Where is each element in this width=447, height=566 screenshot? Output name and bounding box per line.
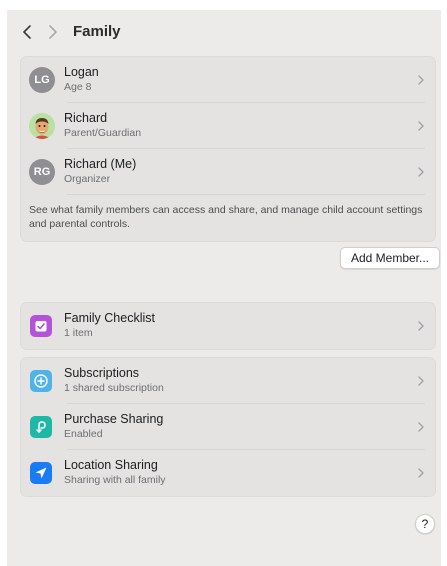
member-role: Parent/Guardian: [64, 127, 142, 139]
settings-window: Family LG Logan Age 8 Richard Parent/Gua…: [7, 10, 441, 566]
row-title: Purchase Sharing: [64, 412, 164, 426]
back-button[interactable]: [17, 22, 37, 42]
location-arrow-icon: [30, 462, 52, 484]
avatar: RG: [29, 159, 55, 185]
row-title: Family Checklist: [64, 311, 155, 325]
chevron-right-icon: [417, 120, 425, 132]
chevron-right-icon: [417, 375, 425, 387]
memoji-avatar: [29, 113, 55, 139]
subscriptions-row[interactable]: Subscriptions 1 shared subscription: [21, 358, 435, 404]
purchase-sharing-row[interactable]: Purchase Sharing Enabled: [21, 404, 435, 450]
row-subtitle: Enabled: [64, 428, 103, 440]
checklist-icon: [30, 315, 52, 337]
member-role: Organizer: [64, 173, 111, 185]
family-checklist-row[interactable]: Family Checklist 1 item: [21, 303, 435, 349]
page-title: Family: [73, 23, 121, 40]
members-description: See what family members can access and s…: [29, 204, 423, 230]
member-row-logan[interactable]: LG Logan Age 8: [21, 57, 435, 103]
member-name: Richard: [64, 111, 108, 125]
row-subtitle: Sharing with all family: [64, 474, 166, 486]
row-title: Subscriptions: [64, 366, 140, 380]
subscriptions-icon: [30, 370, 52, 392]
member-row-richard-me[interactable]: RG Richard (Me) Organizer: [21, 149, 435, 195]
chevron-right-icon: [417, 467, 425, 479]
help-button[interactable]: ?: [415, 514, 435, 534]
forward-button[interactable]: [43, 22, 63, 42]
chevron-right-icon: [49, 25, 57, 39]
sharing-services-group: Subscriptions 1 shared subscription Purc…: [20, 357, 436, 497]
member-name: Richard (Me): [64, 157, 137, 171]
member-row-richard[interactable]: Richard Parent/Guardian: [21, 103, 435, 149]
add-member-button[interactable]: Add Member...: [340, 247, 440, 269]
chevron-right-icon: [417, 166, 425, 178]
avatar: LG: [29, 67, 55, 93]
row-title: Location Sharing: [64, 458, 158, 472]
toolbar: Family: [7, 10, 441, 54]
chevron-right-icon: [417, 74, 425, 86]
row-subtitle: 1 shared subscription: [64, 382, 164, 394]
member-role: Age 8: [64, 81, 92, 93]
family-members-group: LG Logan Age 8 Richard Parent/Guardian R…: [20, 56, 436, 242]
location-sharing-row[interactable]: Location Sharing Sharing with all family: [21, 450, 435, 496]
chevron-left-icon: [23, 25, 31, 39]
row-subtitle: 1 item: [64, 327, 93, 339]
purchase-sharing-icon: [30, 416, 52, 438]
checklist-group: Family Checklist 1 item: [20, 302, 436, 350]
chevron-right-icon: [417, 421, 425, 433]
member-name: Logan: [64, 65, 99, 79]
chevron-right-icon: [417, 320, 425, 332]
